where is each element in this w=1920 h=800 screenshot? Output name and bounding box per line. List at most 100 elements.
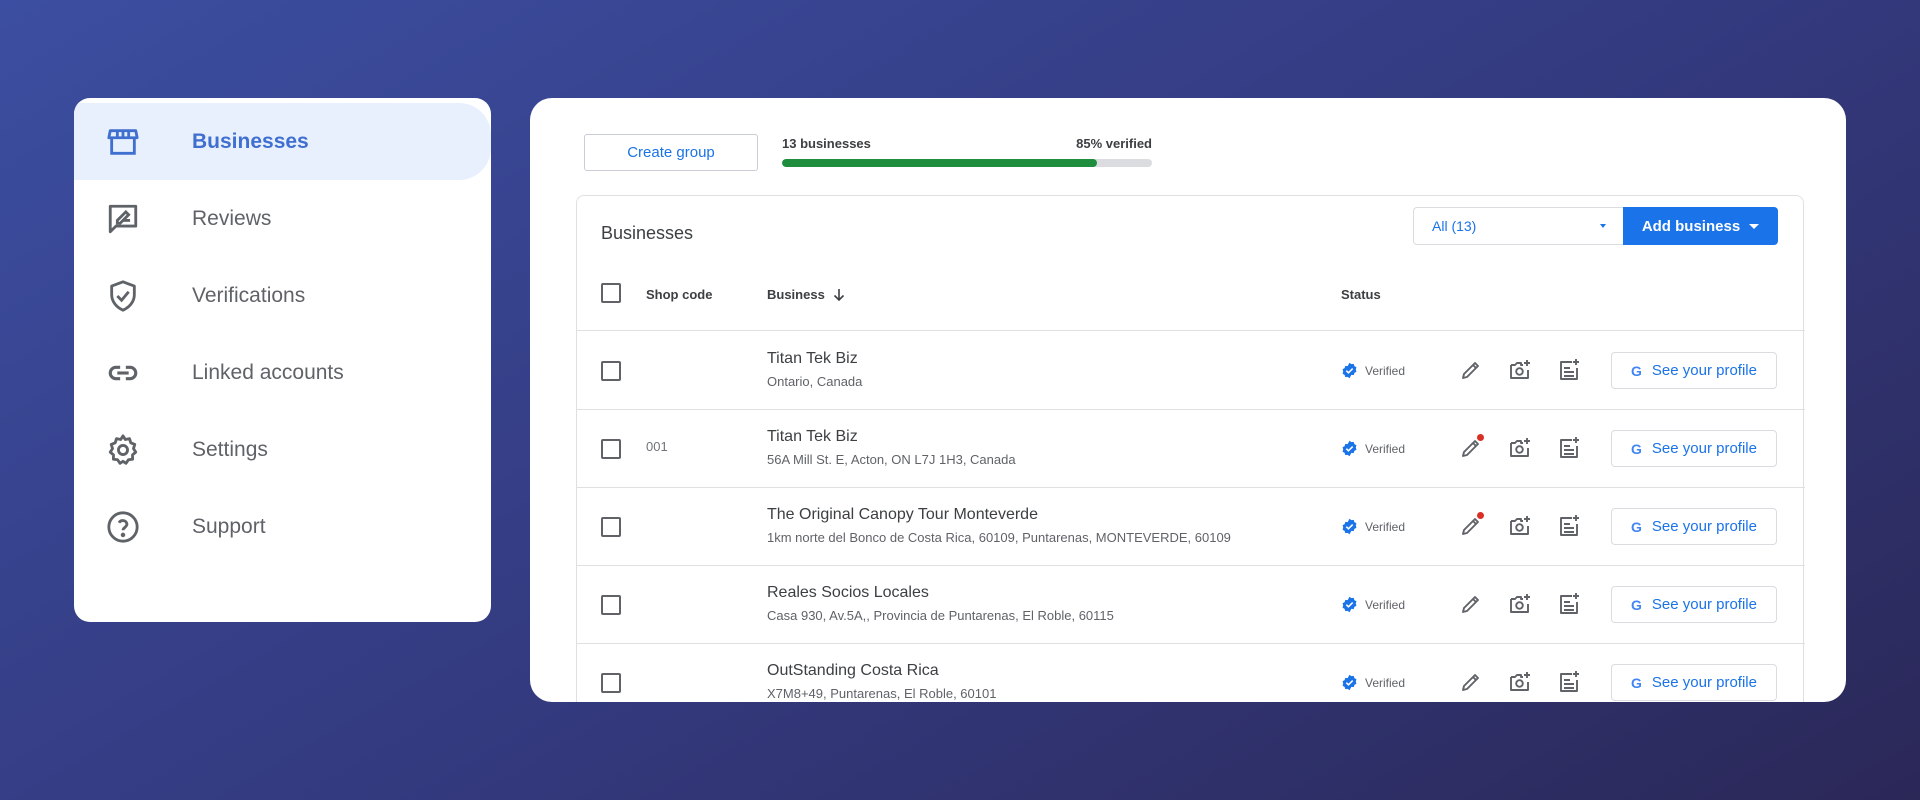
business-name[interactable]: The Original Canopy Tour Monteverde bbox=[767, 506, 1038, 524]
add-photo-icon[interactable] bbox=[1508, 592, 1532, 616]
column-header-business[interactable]: Business bbox=[767, 287, 845, 302]
row-checkbox[interactable] bbox=[601, 517, 621, 537]
see-profile-label: See your profile bbox=[1651, 674, 1757, 691]
table-row: Reales Socios Locales Casa 930, Av.5A,, … bbox=[577, 566, 1805, 644]
verified-badge-icon bbox=[1342, 596, 1357, 613]
see-profile-button[interactable]: G See your profile bbox=[1611, 508, 1777, 545]
table-title: Businesses bbox=[601, 223, 694, 243]
google-icon: G bbox=[1631, 440, 1642, 457]
row-checkbox[interactable] bbox=[601, 439, 621, 459]
edit-icon[interactable] bbox=[1459, 512, 1484, 538]
table-header: Shop code Business Status bbox=[577, 281, 1805, 331]
google-icon: G bbox=[1631, 362, 1642, 379]
filter-select[interactable]: All (13) bbox=[1413, 207, 1625, 245]
status-text: Verified bbox=[1365, 675, 1406, 690]
create-group-button[interactable]: Create group bbox=[584, 134, 758, 171]
sidebar-item-label: Verifications bbox=[192, 283, 306, 307]
see-profile-button[interactable]: G See your profile bbox=[1611, 586, 1777, 623]
edit-icon[interactable] bbox=[1459, 434, 1484, 460]
businesses-panel: Create group 13 businesses 85% verified … bbox=[530, 98, 1846, 702]
business-address: Casa 930, Av.5A,, Provincia de Puntarena… bbox=[767, 608, 1114, 623]
businesses-table: Businesses All (13) Add business Shop co… bbox=[576, 195, 1805, 702]
sidebar-item-linked-accounts[interactable]: Linked accounts bbox=[74, 334, 491, 411]
add-post-icon[interactable] bbox=[1557, 592, 1581, 616]
business-address: 56A Mill St. E, Acton, ON L7J 1H3, Canad… bbox=[767, 452, 1016, 467]
verified-badge-icon bbox=[1342, 674, 1357, 691]
caret-down-icon bbox=[1600, 224, 1606, 228]
business-address: X7M8+49, Puntarenas, El Roble, 60101 bbox=[767, 686, 997, 701]
sidebar-item-businesses[interactable]: Businesses bbox=[74, 103, 491, 180]
status-badge: Verified bbox=[1341, 362, 1405, 379]
status-badge: Verified bbox=[1341, 596, 1405, 613]
see-profile-label: See your profile bbox=[1651, 440, 1757, 457]
add-post-icon[interactable] bbox=[1557, 670, 1581, 694]
sidebar-item-label: Settings bbox=[192, 437, 268, 461]
add-post-icon[interactable] bbox=[1557, 436, 1581, 460]
table-row: Titan Tek Biz Ontario, Canada Verified G… bbox=[577, 332, 1805, 410]
link-icon bbox=[106, 356, 140, 390]
add-photo-icon[interactable] bbox=[1508, 514, 1532, 538]
row-checkbox[interactable] bbox=[601, 673, 621, 693]
edit-icon[interactable] bbox=[1459, 670, 1483, 694]
caret-down-icon bbox=[1749, 223, 1760, 229]
edit-icon[interactable] bbox=[1459, 592, 1483, 616]
status-text: Verified bbox=[1365, 363, 1406, 378]
row-checkbox[interactable] bbox=[601, 595, 621, 615]
google-icon: G bbox=[1631, 596, 1642, 613]
verified-percent: 85% verified bbox=[1076, 136, 1152, 151]
column-header-status: Status bbox=[1341, 287, 1381, 302]
status-text: Verified bbox=[1365, 597, 1406, 612]
shield-check-icon bbox=[106, 279, 140, 313]
alert-dot bbox=[1477, 512, 1484, 519]
see-profile-button[interactable]: G See your profile bbox=[1611, 430, 1777, 467]
progress-fill bbox=[782, 159, 1097, 167]
arrow-down-icon bbox=[833, 288, 844, 301]
column-header-shop-code[interactable]: Shop code bbox=[646, 287, 712, 302]
sidebar-item-reviews[interactable]: Reviews bbox=[74, 180, 491, 257]
status-badge: Verified bbox=[1341, 518, 1405, 535]
verification-progress: 13 businesses 85% verified bbox=[782, 136, 1152, 167]
google-icon: G bbox=[1631, 518, 1642, 535]
see-profile-label: See your profile bbox=[1651, 518, 1757, 535]
edit-icon[interactable] bbox=[1459, 358, 1483, 382]
table-row: 001 Titan Tek Biz 56A Mill St. E, Acton,… bbox=[577, 410, 1805, 488]
review-icon bbox=[106, 202, 140, 236]
sidebar-item-label: Reviews bbox=[192, 206, 272, 230]
sidebar-item-label: Businesses bbox=[192, 129, 309, 153]
business-name[interactable]: Titan Tek Biz bbox=[767, 350, 858, 368]
see-profile-button[interactable]: G See your profile bbox=[1611, 352, 1777, 389]
storefront-icon bbox=[106, 125, 140, 159]
business-name[interactable]: Reales Socios Locales bbox=[767, 584, 929, 602]
sidebar-item-label: Support bbox=[192, 514, 266, 538]
add-photo-icon[interactable] bbox=[1508, 436, 1532, 460]
verified-badge-icon bbox=[1342, 440, 1357, 457]
add-post-icon[interactable] bbox=[1557, 514, 1581, 538]
alert-dot bbox=[1477, 434, 1484, 441]
status-text: Verified bbox=[1365, 441, 1406, 456]
sidebar-item-label: Linked accounts bbox=[192, 360, 344, 384]
sidebar: Businesses Reviews Verifications Linked … bbox=[74, 98, 491, 622]
google-icon: G bbox=[1631, 674, 1642, 691]
add-photo-icon[interactable] bbox=[1508, 358, 1532, 382]
see-profile-button[interactable]: G See your profile bbox=[1611, 664, 1777, 701]
help-icon bbox=[106, 510, 140, 544]
select-all-checkbox[interactable] bbox=[601, 283, 621, 303]
table-row: The Original Canopy Tour Monteverde 1km … bbox=[577, 488, 1805, 566]
add-business-button[interactable]: Add business bbox=[1623, 207, 1778, 245]
add-post-icon[interactable] bbox=[1557, 358, 1581, 382]
status-text: Verified bbox=[1365, 519, 1406, 534]
row-checkbox[interactable] bbox=[601, 361, 621, 381]
businesses-count: 13 businesses bbox=[782, 136, 871, 151]
sidebar-item-settings[interactable]: Settings bbox=[74, 411, 491, 488]
business-address: 1km norte del Bonco de Costa Rica, 60109… bbox=[767, 530, 1231, 545]
status-badge: Verified bbox=[1341, 440, 1405, 457]
add-business-label: Add business bbox=[1641, 217, 1741, 235]
business-name[interactable]: OutStanding Costa Rica bbox=[767, 662, 939, 680]
filter-value: All (13) bbox=[1432, 218, 1477, 234]
business-name[interactable]: Titan Tek Biz bbox=[767, 428, 858, 446]
shop-code: 001 bbox=[646, 439, 668, 454]
sidebar-item-verifications[interactable]: Verifications bbox=[74, 257, 491, 334]
progress-track bbox=[782, 159, 1152, 167]
add-photo-icon[interactable] bbox=[1508, 670, 1532, 694]
sidebar-item-support[interactable]: Support bbox=[74, 488, 491, 565]
